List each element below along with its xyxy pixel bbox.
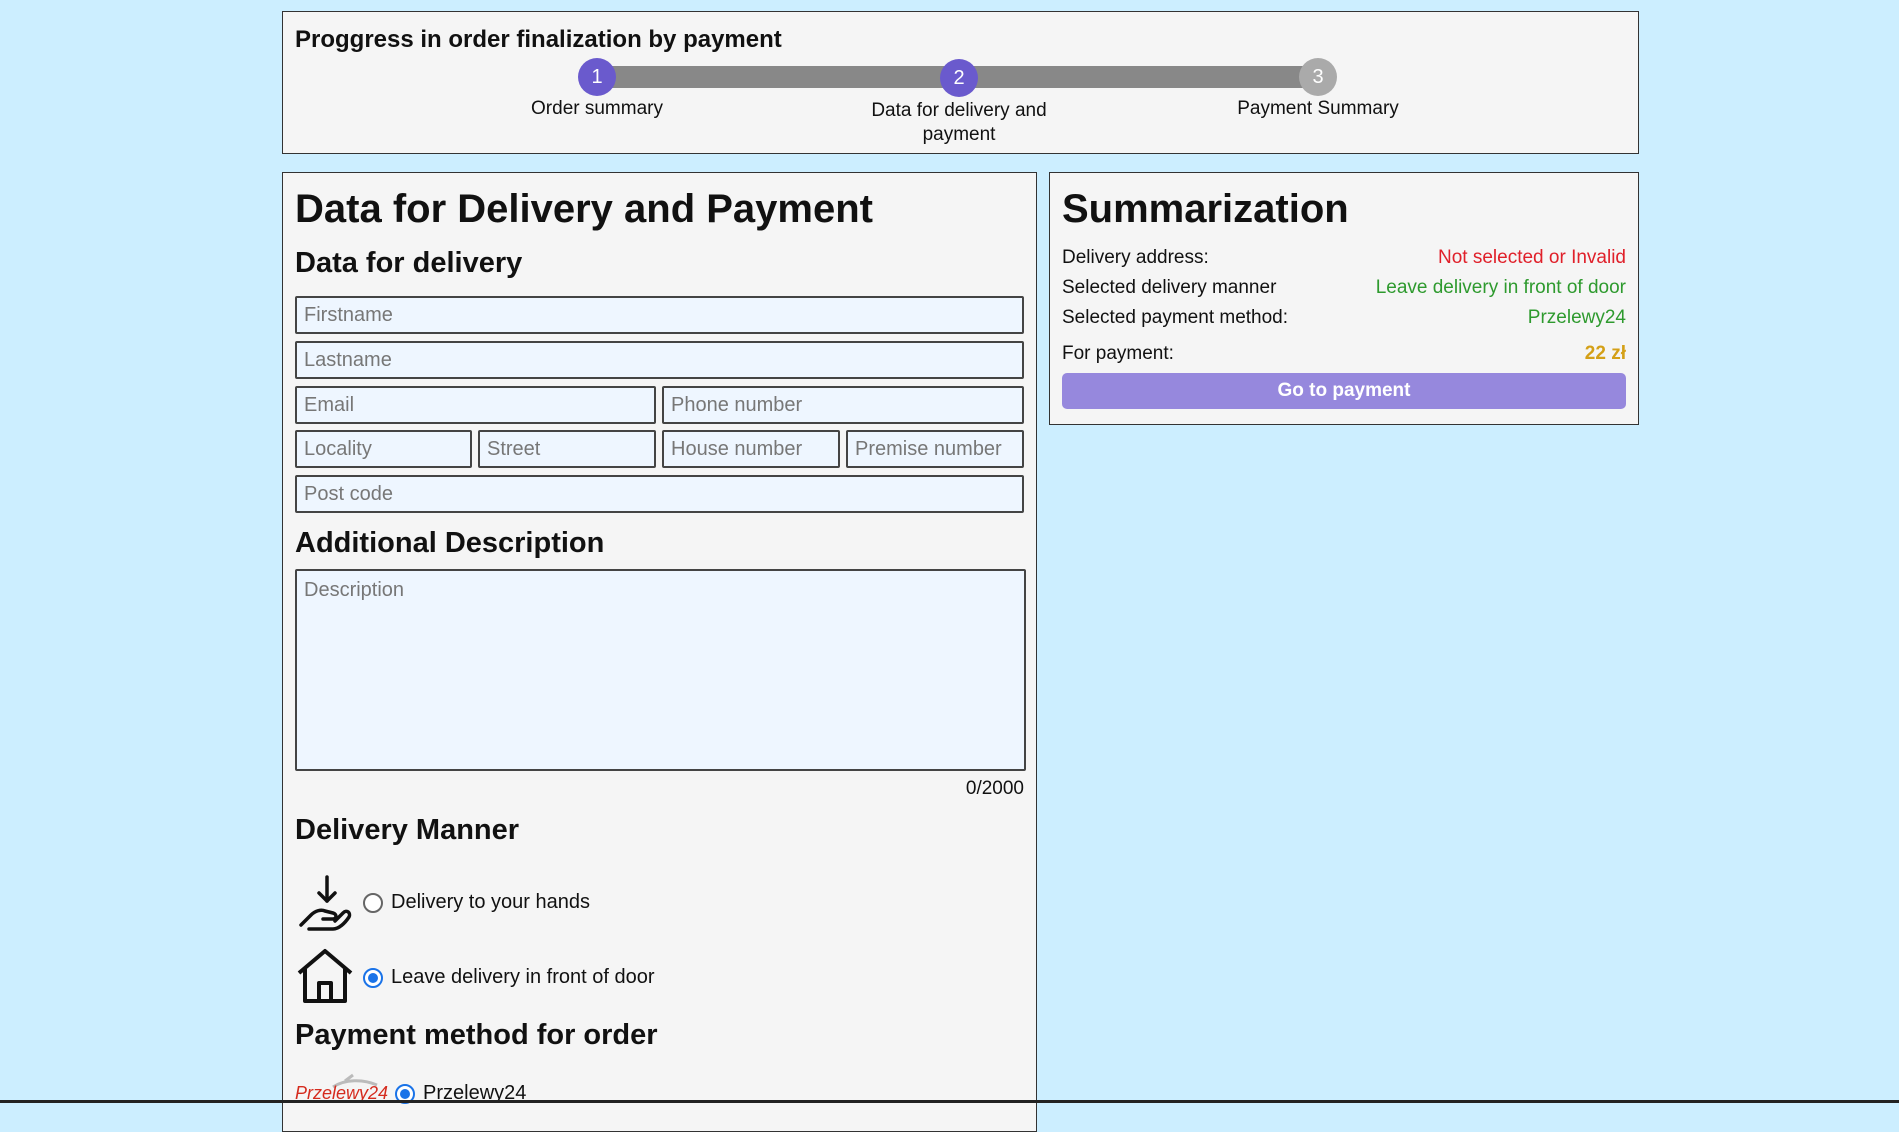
summary-row-payment-method: Selected payment method: Przelewy24 <box>1062 307 1626 329</box>
delivery-payment-form: Data for Delivery and Payment Data for d… <box>282 172 1037 1132</box>
summarization-panel: Summarization Delivery address: Not sele… <box>1049 172 1639 425</box>
step-3-label: Payment Summary <box>1237 98 1399 119</box>
step-3-circle: 3 <box>1299 58 1337 96</box>
delivery-door-label: Leave delivery in front of door <box>391 966 655 988</box>
delivery-option-hands[interactable]: Delivery to your hands <box>363 891 590 914</box>
summary-row-delivery-manner: Selected delivery manner Leave delivery … <box>1062 277 1626 299</box>
house-number-input[interactable] <box>662 430 840 468</box>
step-1-label: Order summary <box>531 98 663 119</box>
delivery-heading: Data for delivery <box>295 247 523 279</box>
summary-address-label: Delivery address: <box>1062 247 1209 268</box>
phone-input[interactable] <box>662 386 1024 424</box>
email-input[interactable] <box>295 386 656 424</box>
delivery-option-door[interactable]: Leave delivery in front of door <box>363 966 655 989</box>
house-icon <box>295 947 355 1005</box>
summary-address-value: Not selected or Invalid <box>1438 247 1626 268</box>
post-code-input[interactable] <box>295 475 1024 513</box>
description-char-counter: 0/2000 <box>965 778 1024 799</box>
progress-title: Proggress in order finalization by payme… <box>295 26 782 53</box>
summary-total-value: 22 zł <box>1584 343 1626 364</box>
description-textarea[interactable] <box>295 569 1026 771</box>
firstname-input[interactable] <box>295 296 1024 334</box>
hand-delivery-icon <box>295 873 353 931</box>
summary-title: Summarization <box>1062 187 1349 231</box>
step-1-circle: 1 <box>578 58 616 96</box>
progress-panel: Proggress in order finalization by payme… <box>282 11 1639 154</box>
summary-delivery-value: Leave delivery in front of door <box>1375 277 1626 298</box>
delivery-hands-radio[interactable] <box>363 892 383 913</box>
summary-payment-value: Przelewy24 <box>1527 307 1626 328</box>
lastname-input[interactable] <box>295 341 1024 379</box>
summary-total-label: For payment: <box>1062 343 1174 364</box>
summary-delivery-label: Selected delivery manner <box>1062 277 1277 298</box>
delivery-door-radio[interactable] <box>363 967 383 988</box>
delivery-manner-heading: Delivery Manner <box>295 814 520 846</box>
premise-number-input[interactable] <box>846 430 1024 468</box>
summary-row-total: For payment: 22 zł <box>1062 343 1626 365</box>
go-to-payment-button[interactable]: Go to payment <box>1062 373 1626 409</box>
description-heading: Additional Description <box>295 527 605 559</box>
street-input[interactable] <box>478 430 656 468</box>
summary-payment-label: Selected payment method: <box>1062 307 1289 328</box>
payment-method-heading: Payment method for order <box>295 1019 658 1051</box>
step-2-circle: 2 <box>940 59 978 97</box>
summary-row-address: Delivery address: Not selected or Invali… <box>1062 247 1626 269</box>
delivery-hands-label: Delivery to your hands <box>391 891 590 913</box>
locality-input[interactable] <box>295 430 472 468</box>
step-2-label: Data for delivery and payment <box>871 100 1047 145</box>
form-title: Data for Delivery and Payment <box>295 187 873 231</box>
